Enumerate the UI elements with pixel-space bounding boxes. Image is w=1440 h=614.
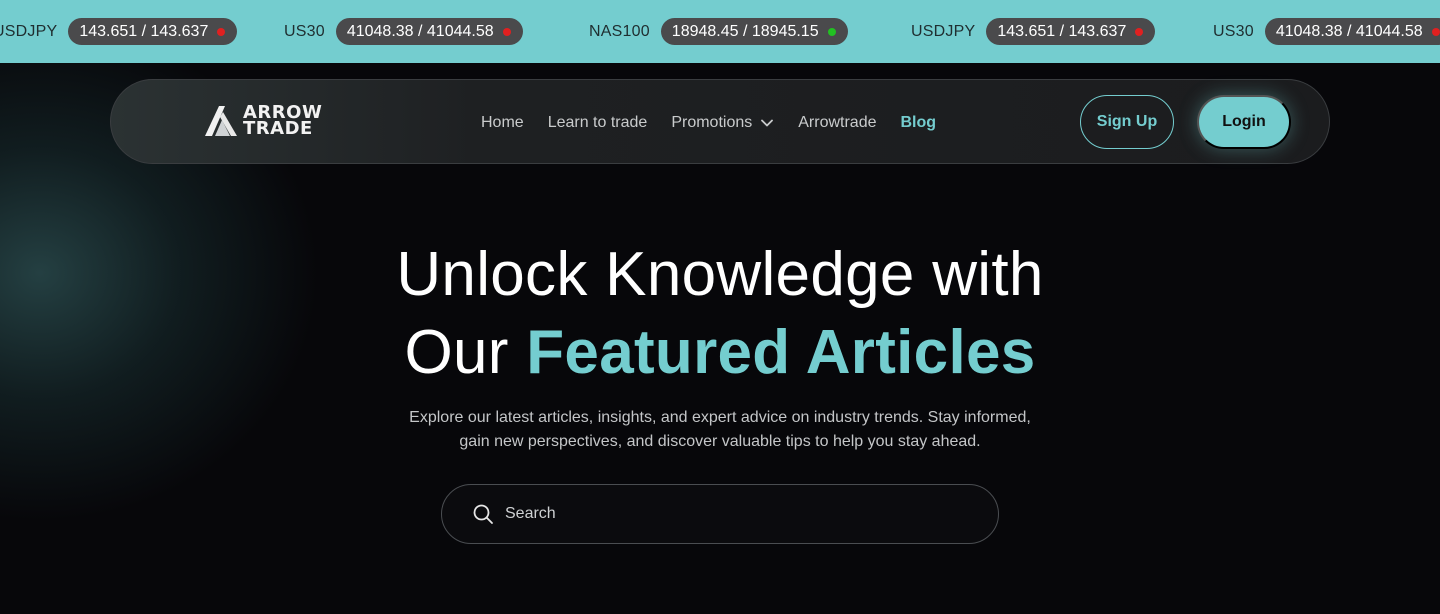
nav-arrowtrade[interactable]: Arrowtrade (798, 114, 876, 132)
status-dot (1135, 27, 1144, 36)
status-dot (502, 27, 511, 36)
search-bar[interactable] (441, 484, 999, 544)
ticker-quote-text: 41048.38 / 41044.58 (1275, 22, 1423, 40)
ticker-quote-text: 18948.45 / 18945.15 (671, 22, 819, 40)
ticker-quote: 143.651 / 143.637 (986, 18, 1156, 45)
ticker-symbol: US30 (284, 22, 325, 40)
ticker-quote: 41048.38 / 41044.58 (335, 18, 523, 45)
page-subtitle: Explore our latest articles, insights, a… (370, 406, 1070, 454)
sign-up-button[interactable]: Sign Up (1080, 95, 1174, 149)
ticker-item[interactable]: US30 41048.38 / 41044.58 (1213, 18, 1440, 45)
nav-blog[interactable]: Blog (900, 114, 936, 132)
nav-home[interactable]: Home (481, 114, 524, 132)
ticker-quote-text: 143.651 / 143.637 (997, 22, 1127, 40)
arrow-logo-icon (205, 106, 237, 136)
brand-logo[interactable]: ARROW TRADE (203, 104, 322, 138)
search-icon (473, 504, 493, 524)
main-navbar: ARROW TRADE Home Learn to trade Promotio… (110, 79, 1330, 164)
search-input[interactable] (505, 485, 975, 543)
nav-learn-to-trade[interactable]: Learn to trade (548, 114, 648, 132)
ticker-symbol: NAS100 (589, 22, 650, 40)
ticker-item[interactable]: US30 41048.38 / 41044.58 (284, 18, 523, 45)
brand-line-2: TRADE (243, 118, 313, 139)
nav-promotions-label: Promotions (671, 113, 753, 131)
ticker-symbol: US30 (1213, 22, 1254, 40)
subtitle-line-1: Explore our latest articles, insights, a… (409, 409, 1031, 426)
title-line-2-plain: Our (404, 318, 509, 387)
nav-promotions[interactable]: Promotions (671, 114, 774, 132)
title-line-1: Unlock Knowledge with (396, 240, 1044, 309)
status-dot (1431, 27, 1440, 36)
ticker-symbol: USDJPY (911, 22, 976, 40)
nav-links: Home Learn to trade Promotions Arrowtrad… (481, 80, 936, 165)
status-dot (827, 27, 836, 36)
ticker-quote-text: 143.651 / 143.637 (79, 22, 209, 40)
ticker-item[interactable]: USDJPY 143.651 / 143.637 (911, 18, 1156, 45)
ticker-item[interactable]: NAS100 18948.45 / 18945.15 (589, 18, 848, 45)
price-ticker: USDJPY 143.651 / 143.637 US30 41048.38 /… (0, 0, 1440, 63)
status-dot (217, 27, 226, 36)
ticker-quote: 41048.38 / 41044.58 (1264, 18, 1440, 45)
chevron-down-icon (761, 119, 774, 126)
subtitle-line-2: gain new perspectives, and discover valu… (459, 433, 981, 450)
ticker-quote: 18948.45 / 18945.15 (660, 18, 848, 45)
page-title: Unlock Knowledge with Our Featured Artic… (0, 236, 1440, 392)
ticker-quote-text: 41048.38 / 41044.58 (346, 22, 494, 40)
login-button[interactable]: Login (1197, 95, 1291, 149)
ticker-symbol: USDJPY (0, 22, 58, 40)
ticker-quote: 143.651 / 143.637 (68, 18, 238, 45)
title-line-2-accent: Featured Articles (526, 318, 1036, 387)
brand-wordmark: ARROW TRADE (243, 104, 322, 139)
ticker-item[interactable]: USDJPY 143.651 / 143.637 (0, 18, 238, 45)
